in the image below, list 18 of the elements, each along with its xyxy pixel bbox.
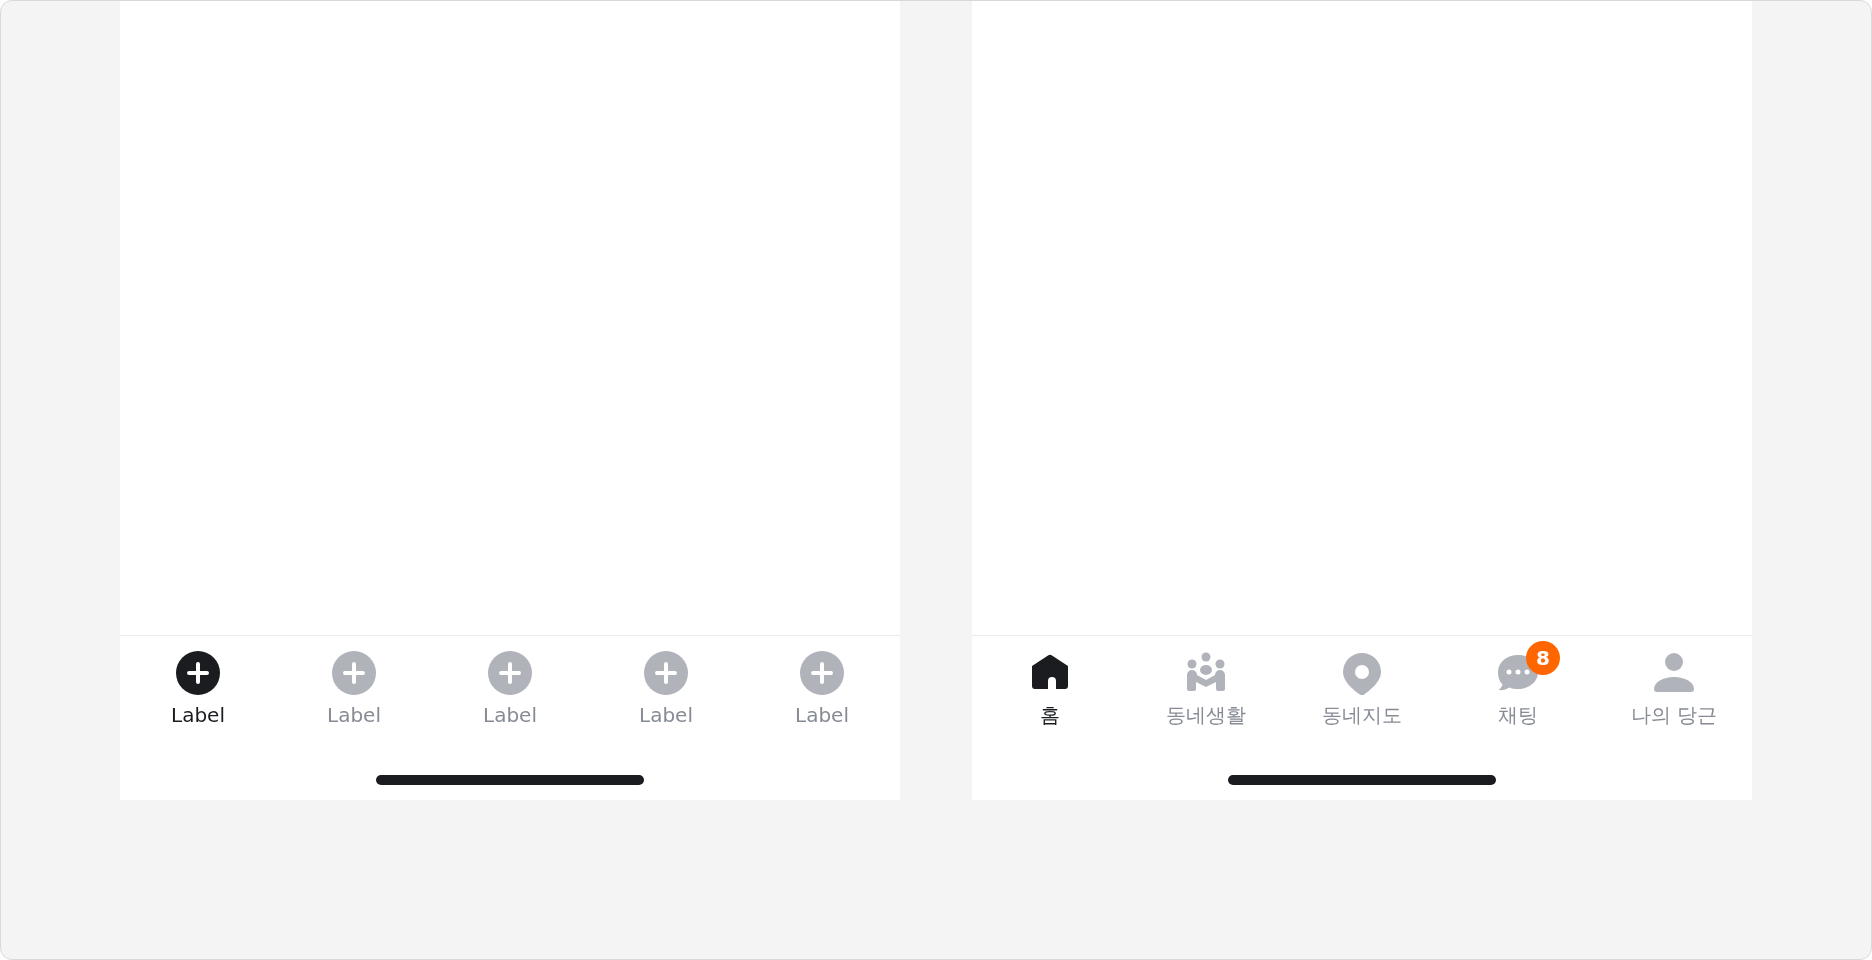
plus-icon	[644, 651, 688, 695]
tab[interactable]: Label	[276, 639, 432, 729]
tab[interactable]: 동네지도	[1284, 639, 1440, 729]
plus-icon	[488, 651, 532, 695]
plus-icon	[332, 651, 376, 695]
tab[interactable]: Label	[120, 639, 276, 729]
plus-icon	[176, 651, 220, 695]
tab[interactable]: Label	[432, 639, 588, 729]
tab[interactable]: 동네생활	[1128, 639, 1284, 729]
plus-icon	[800, 651, 844, 695]
tab[interactable]: 홈	[972, 639, 1128, 729]
tab[interactable]: Label	[744, 639, 900, 729]
person-icon	[1652, 651, 1696, 695]
tab[interactable]: 나의 당근	[1596, 639, 1752, 729]
unread-count-badge: 8	[1526, 641, 1560, 675]
map-pin-icon	[1340, 651, 1384, 695]
tab[interactable]: 8 채팅	[1440, 639, 1596, 729]
tab[interactable]: Label	[588, 639, 744, 729]
